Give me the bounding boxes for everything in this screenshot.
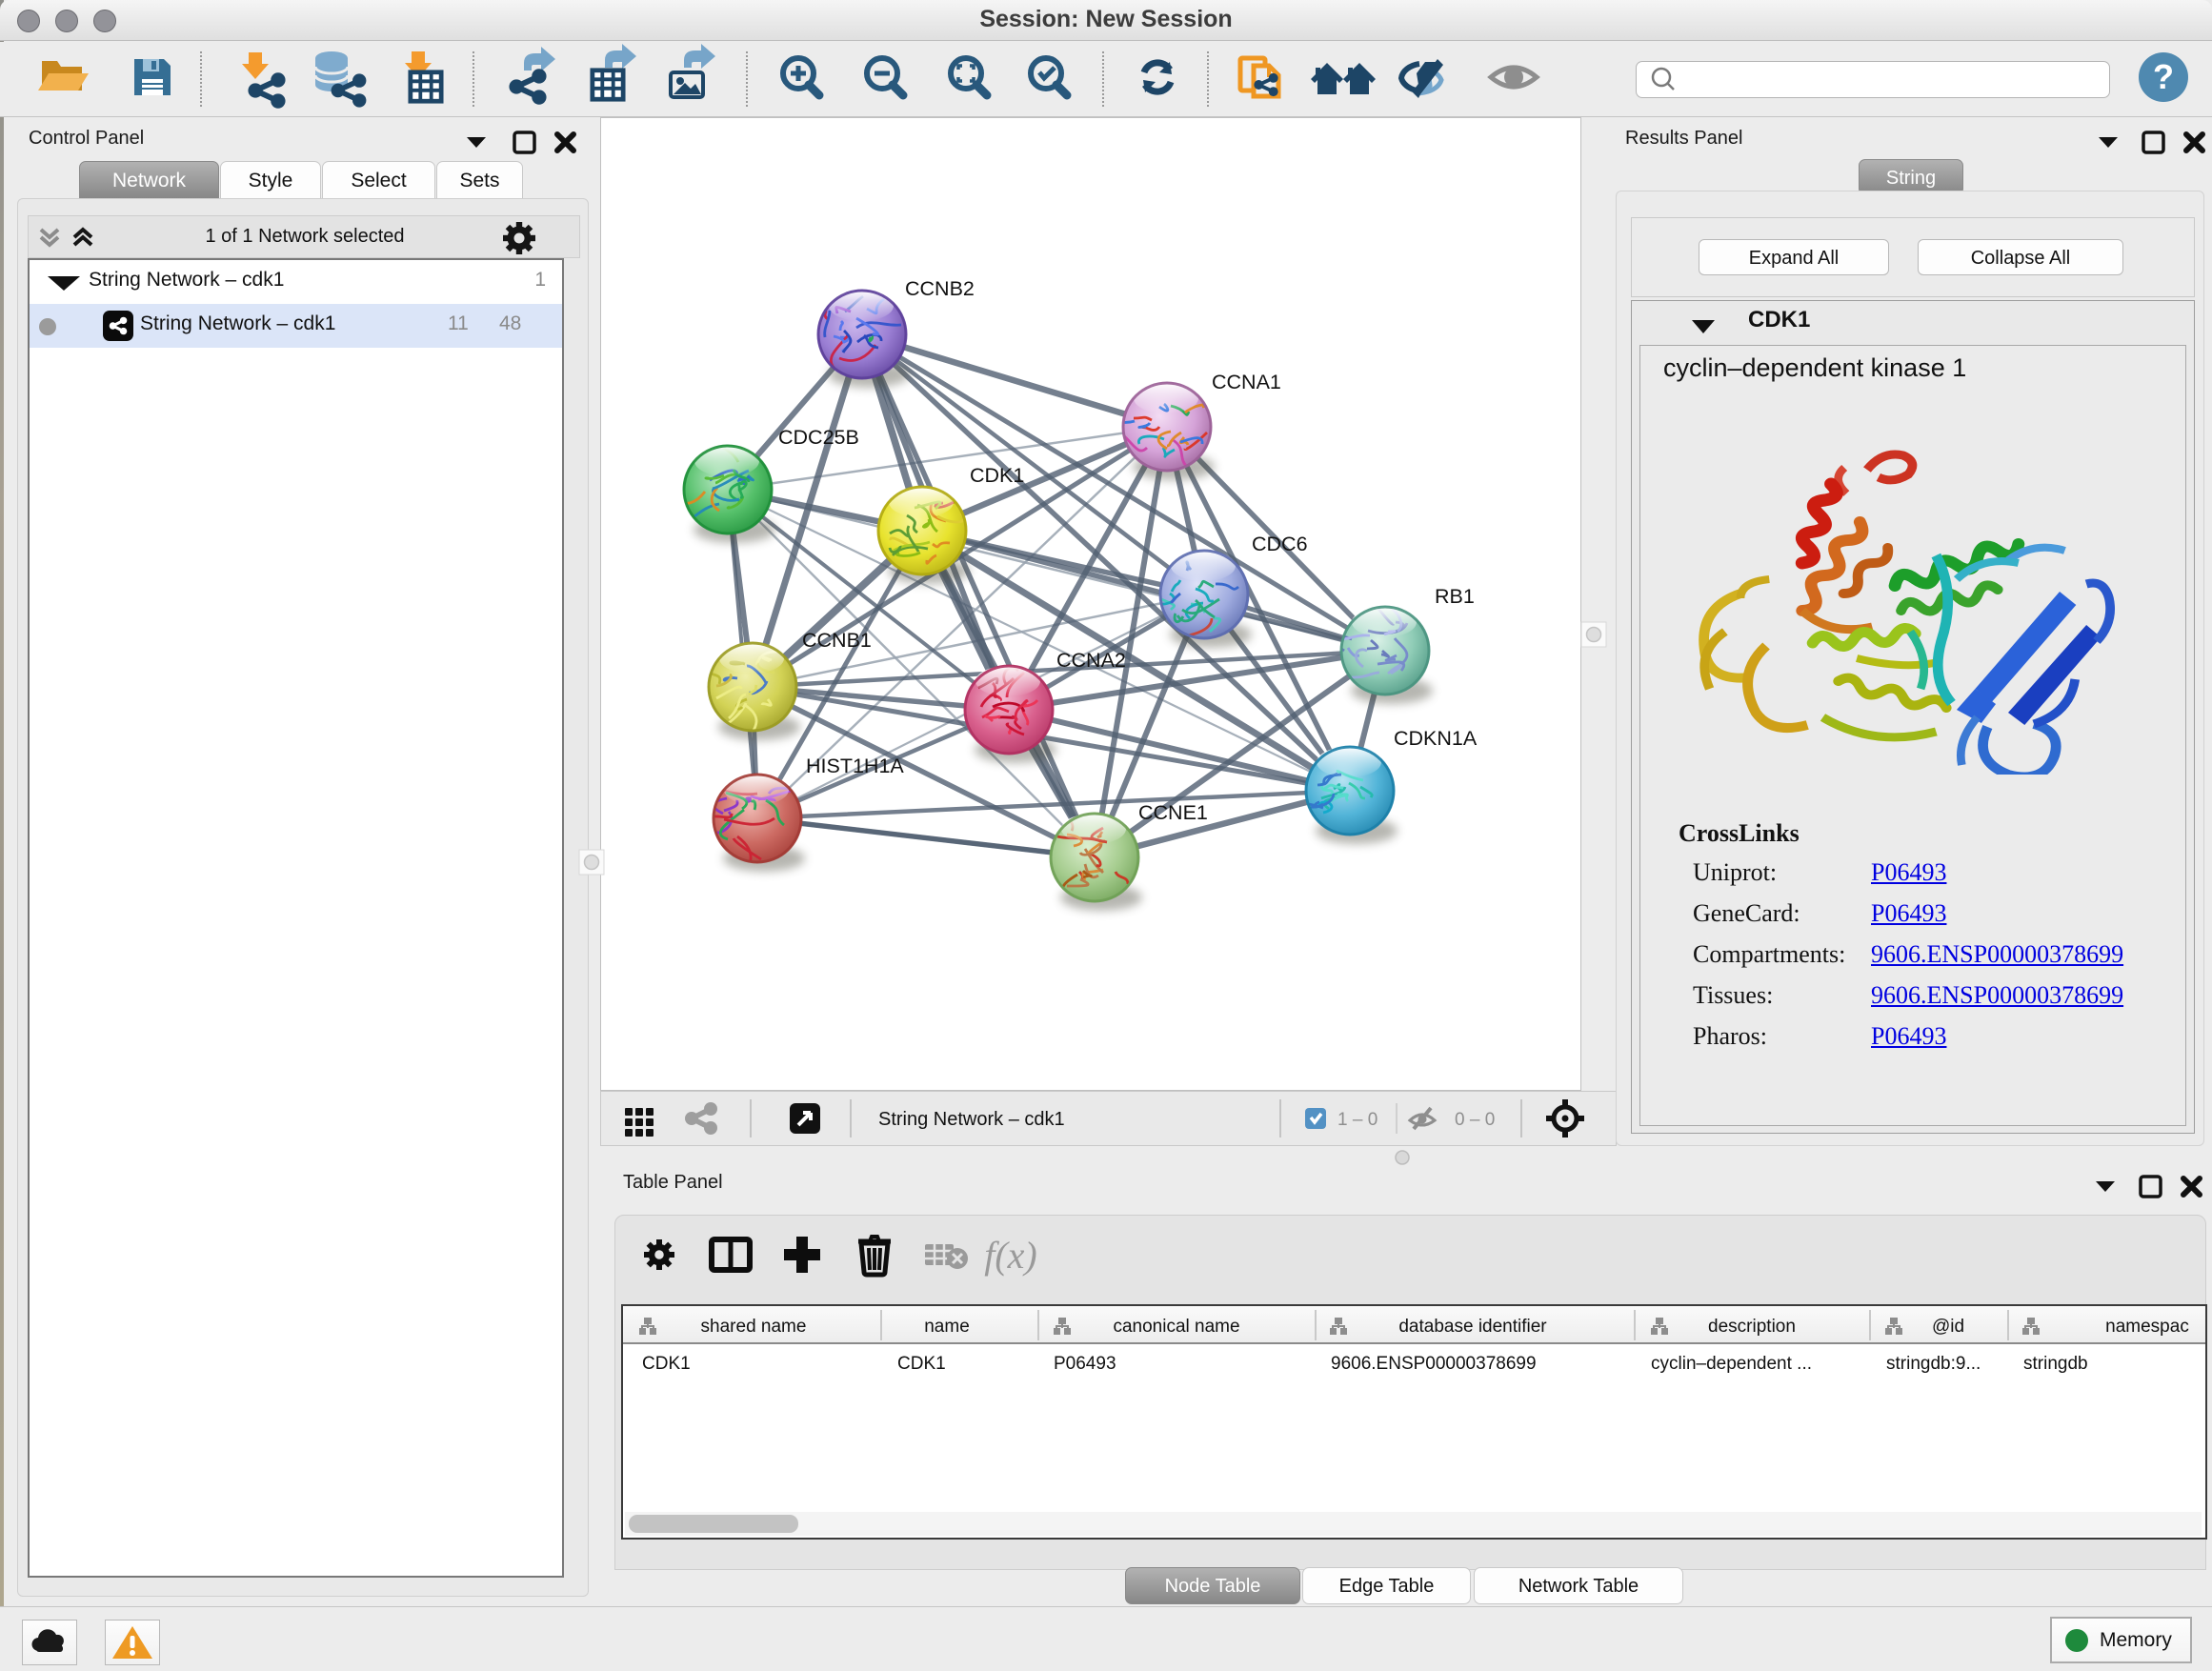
svg-text:CDC25B: CDC25B bbox=[778, 426, 859, 449]
svg-text:description: description bbox=[1708, 1317, 1796, 1337]
svg-text:CCNB2: CCNB2 bbox=[905, 277, 975, 300]
svg-text:HIST1H1A: HIST1H1A bbox=[806, 755, 904, 777]
svg-text:shared name: shared name bbox=[701, 1317, 807, 1337]
svg-text:CCNA1: CCNA1 bbox=[1212, 371, 1281, 393]
svg-text:CCNB1: CCNB1 bbox=[802, 629, 872, 652]
svg-text:namespac: namespac bbox=[2105, 1317, 2189, 1337]
svg-text:0 – 0: 0 – 0 bbox=[1455, 1110, 1495, 1130]
svg-text:canonical name: canonical name bbox=[1113, 1317, 1239, 1337]
svg-text:RB1: RB1 bbox=[1435, 585, 1475, 608]
svg-text:CDKN1A: CDKN1A bbox=[1394, 727, 1478, 750]
svg-text:name: name bbox=[924, 1317, 970, 1337]
svg-text:CDC6: CDC6 bbox=[1252, 533, 1308, 555]
svg-text:database identifier: database identifier bbox=[1398, 1317, 1547, 1337]
svg-text:f(x): f(x) bbox=[984, 1234, 1037, 1277]
svg-text:CDK1: CDK1 bbox=[970, 464, 1024, 487]
svg-text:@id: @id bbox=[1932, 1317, 1964, 1337]
svg-text:?: ? bbox=[2153, 57, 2174, 96]
svg-text:CCNA2: CCNA2 bbox=[1056, 649, 1126, 672]
svg-text:1 – 0: 1 – 0 bbox=[1337, 1110, 1377, 1130]
svg-text:CCNE1: CCNE1 bbox=[1138, 801, 1208, 824]
svg-text:String Network – cdk1: String Network – cdk1 bbox=[878, 1109, 1065, 1130]
